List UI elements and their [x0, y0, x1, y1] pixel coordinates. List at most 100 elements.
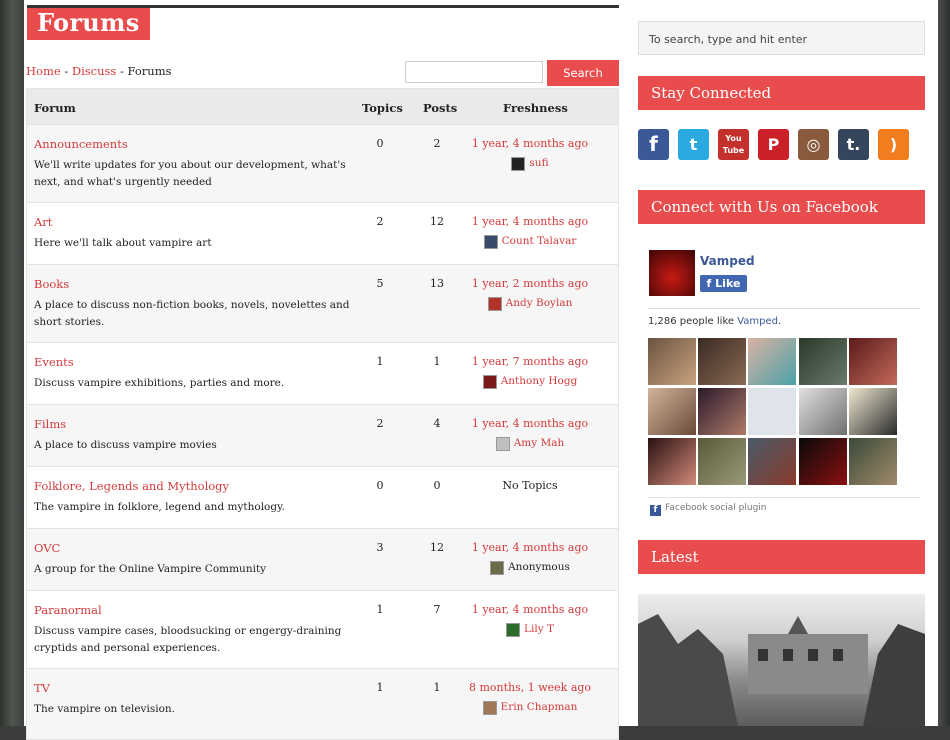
fan-avatar[interactable]: [648, 388, 696, 435]
freshness-link[interactable]: 1 year, 2 months ago: [462, 277, 598, 290]
topic-count: 1: [376, 603, 384, 616]
breadcrumb-discuss-link[interactable]: Discuss: [72, 64, 116, 78]
youtube-icon[interactable]: You Tube: [718, 129, 749, 160]
latest-title: Latest: [638, 540, 925, 574]
last-poster-name: Erin Chapman: [500, 701, 578, 713]
forum-link[interactable]: Announcements: [34, 137, 128, 151]
freshness-link[interactable]: 1 year, 4 months ago: [462, 417, 598, 430]
fan-avatar[interactable]: [698, 388, 746, 435]
fan-avatar[interactable]: [799, 388, 847, 435]
forum-search-input[interactable]: [405, 61, 543, 83]
rss-icon[interactable]: ): [878, 129, 909, 160]
table-header: Forum Topics Posts Freshness: [27, 89, 618, 124]
twitter-icon[interactable]: t: [678, 129, 709, 160]
fan-avatar[interactable]: [648, 438, 696, 485]
fan-avatar[interactable]: [648, 338, 696, 385]
freshness-link[interactable]: 1 year, 4 months ago: [462, 137, 598, 150]
tumblr-icon[interactable]: t.: [838, 129, 869, 160]
forum-link[interactable]: Art: [34, 215, 52, 229]
table-row: Films A place to discuss vampire movies …: [27, 404, 618, 466]
table-row: Art Here we'll talk about vampire art 2 …: [27, 202, 618, 264]
fan-avatar[interactable]: [799, 438, 847, 485]
facebook-social-plugin[interactable]: f Facebook social plugin: [650, 503, 767, 516]
header-freshness: Freshness: [503, 101, 568, 115]
topic-count: 0: [376, 137, 384, 150]
fan-avatar[interactable]: [748, 338, 796, 385]
avatar: [490, 561, 505, 575]
forum-description: A place to discuss vampire movies: [34, 439, 217, 451]
facebook-icon[interactable]: f: [638, 129, 669, 160]
last-poster-name: Anonymous: [508, 561, 570, 573]
fan-avatar[interactable]: [849, 338, 897, 385]
forum-link[interactable]: Folklore, Legends and Mythology: [34, 479, 229, 493]
last-poster[interactable]: Count Talavar: [462, 235, 598, 249]
table-row: Paranormal Discuss vampire cases, bloods…: [27, 590, 618, 668]
forum-link[interactable]: Books: [34, 277, 69, 291]
last-poster: Anonymous: [462, 561, 598, 575]
fan-avatar[interactable]: [748, 438, 796, 485]
avatar: [482, 701, 497, 715]
forum-link[interactable]: OVC: [34, 541, 60, 555]
fan-avatar[interactable]: [748, 388, 796, 435]
forum-link[interactable]: Events: [34, 355, 74, 369]
last-poster[interactable]: Andy Boylan: [462, 297, 598, 311]
freshness-link[interactable]: 1 year, 7 months ago: [462, 355, 598, 368]
page-logo[interactable]: [649, 250, 695, 296]
like-count-page-link[interactable]: Vamped: [737, 316, 778, 327]
like-label: Like: [715, 277, 741, 290]
avatar: [495, 437, 510, 451]
forum-description: Discuss vampire cases, bloodsucking or e…: [34, 625, 342, 654]
forum-description: A group for the Online Vampire Community: [34, 563, 267, 575]
page-background-left: [0, 0, 24, 726]
post-count: 12: [430, 541, 444, 554]
last-poster[interactable]: Erin Chapman: [462, 701, 598, 715]
plugin-label: Facebook social plugin: [665, 503, 767, 513]
table-row: OVC A group for the Online Vampire Commu…: [27, 528, 618, 590]
breadcrumb-separator: -: [116, 64, 128, 78]
fan-avatar[interactable]: [698, 338, 746, 385]
fan-avatar[interactable]: [849, 388, 897, 435]
stay-connected-title: Stay Connected: [638, 76, 925, 110]
breadcrumb-current: Forums: [127, 64, 172, 78]
topic-count: 5: [376, 277, 384, 290]
topic-count: 3: [376, 541, 384, 554]
last-poster[interactable]: sufi: [462, 157, 598, 171]
post-count: 12: [430, 215, 444, 228]
fan-avatar[interactable]: [799, 338, 847, 385]
table-row: Folklore, Legends and Mythology The vamp…: [27, 466, 618, 528]
breadcrumb: Home - Discuss - Forums: [26, 64, 172, 78]
facebook-like-button[interactable]: f Like: [700, 275, 747, 292]
divider: [648, 308, 920, 309]
last-poster[interactable]: Lily T: [462, 623, 598, 637]
freshness-link[interactable]: 8 months, 1 week ago: [462, 681, 598, 694]
last-poster[interactable]: Anthony Hogg: [462, 375, 598, 389]
post-count: 1: [433, 355, 441, 368]
last-poster-name: sufi: [529, 157, 549, 169]
forum-description: We'll write updates for you about our de…: [34, 159, 346, 188]
freshness-link[interactable]: 1 year, 4 months ago: [462, 603, 598, 616]
breadcrumb-home-link[interactable]: Home: [26, 64, 61, 78]
forum-description: The vampire in folklore, legend and myth…: [34, 501, 285, 513]
latest-post-image[interactable]: [638, 594, 925, 726]
fan-avatar[interactable]: [698, 438, 746, 485]
header-topics: Topics: [362, 101, 403, 115]
instagram-icon[interactable]: ◎: [798, 129, 829, 160]
avatar: [506, 623, 521, 637]
facebook-widget-title: Connect with Us on Facebook: [638, 190, 925, 224]
avatar: [483, 235, 498, 249]
pinterest-icon[interactable]: P: [758, 129, 789, 160]
freshness-link[interactable]: 1 year, 4 months ago: [462, 215, 598, 228]
fan-avatar[interactable]: [849, 438, 897, 485]
freshness-link[interactable]: 1 year, 4 months ago: [462, 541, 598, 554]
forum-link[interactable]: Films: [34, 417, 66, 431]
last-poster[interactable]: Amy Mah: [462, 437, 598, 451]
post-count: 13: [430, 277, 444, 290]
sidebar-search-input[interactable]: To search, type and hit enter: [638, 21, 925, 55]
forum-link[interactable]: Paranormal: [34, 603, 102, 617]
no-topics-label: No Topics: [502, 479, 558, 492]
header-forum: Forum: [34, 101, 76, 115]
facebook-page-name[interactable]: Vamped: [700, 254, 755, 268]
forum-link[interactable]: TV: [34, 681, 50, 695]
search-button[interactable]: Search: [547, 60, 619, 86]
like-count: 1,286 people like Vamped.: [648, 316, 781, 327]
